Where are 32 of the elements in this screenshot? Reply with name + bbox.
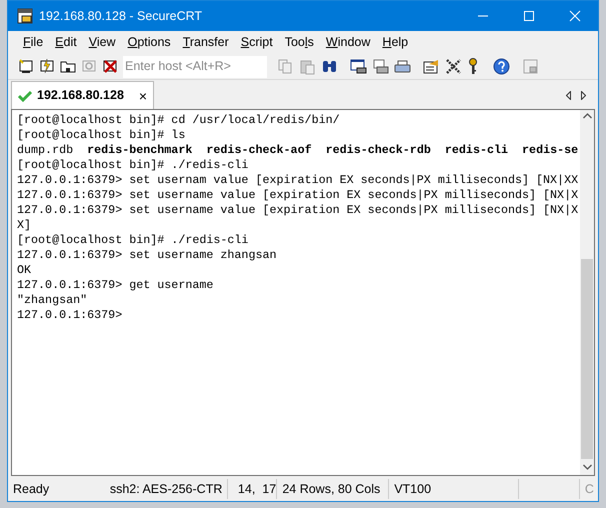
- menu-item[interactable]: Script: [236, 31, 278, 54]
- menu-item[interactable]: Help: [377, 31, 414, 54]
- lightning-icon[interactable]: [39, 58, 56, 75]
- help-icon[interactable]: [493, 58, 510, 75]
- check-icon: [18, 90, 32, 102]
- properties-icon[interactable]: [423, 58, 440, 75]
- tab-label: 192.168.80.128: [37, 87, 124, 104]
- menu-item[interactable]: Transfer: [178, 31, 234, 54]
- left-arrow-icon[interactable]: [566, 91, 571, 100]
- status-text: 14, 17: [238, 480, 276, 498]
- close-tab-button[interactable]: ×: [138, 88, 148, 102]
- status-text: C: [584, 480, 594, 498]
- scrollbar[interactable]: [580, 110, 594, 475]
- computer-icon[interactable]: [18, 58, 35, 75]
- status-text: VT100: [394, 480, 432, 498]
- menu-item[interactable]: Window: [320, 31, 376, 54]
- window-title: 192.168.80.128 - SecureCRT: [39, 8, 202, 25]
- menu-item[interactable]: Edit: [50, 31, 82, 54]
- menu-item[interactable]: Options: [122, 31, 176, 54]
- app-icon: [17, 8, 33, 24]
- status-text: Ready: [13, 480, 50, 498]
- host-field[interactable]: Enter host <Alt+R>: [123, 56, 267, 78]
- menu-item[interactable]: View: [84, 31, 121, 54]
- right-arrow-icon[interactable]: [581, 91, 586, 100]
- disconnect-icon[interactable]: [102, 58, 119, 75]
- key-icon[interactable]: [467, 58, 479, 75]
- status-text: ssh2: AES-256-CTR: [110, 480, 222, 498]
- status-text: 24 Rows, 80 Cols: [282, 480, 380, 498]
- scrollbar-thumb[interactable]: [581, 259, 593, 459]
- menu-item[interactable]: File: [18, 31, 48, 54]
- session-tab[interactable]: 192.168.80.128 ×: [11, 81, 154, 109]
- menu-item[interactable]: Tools: [280, 31, 319, 54]
